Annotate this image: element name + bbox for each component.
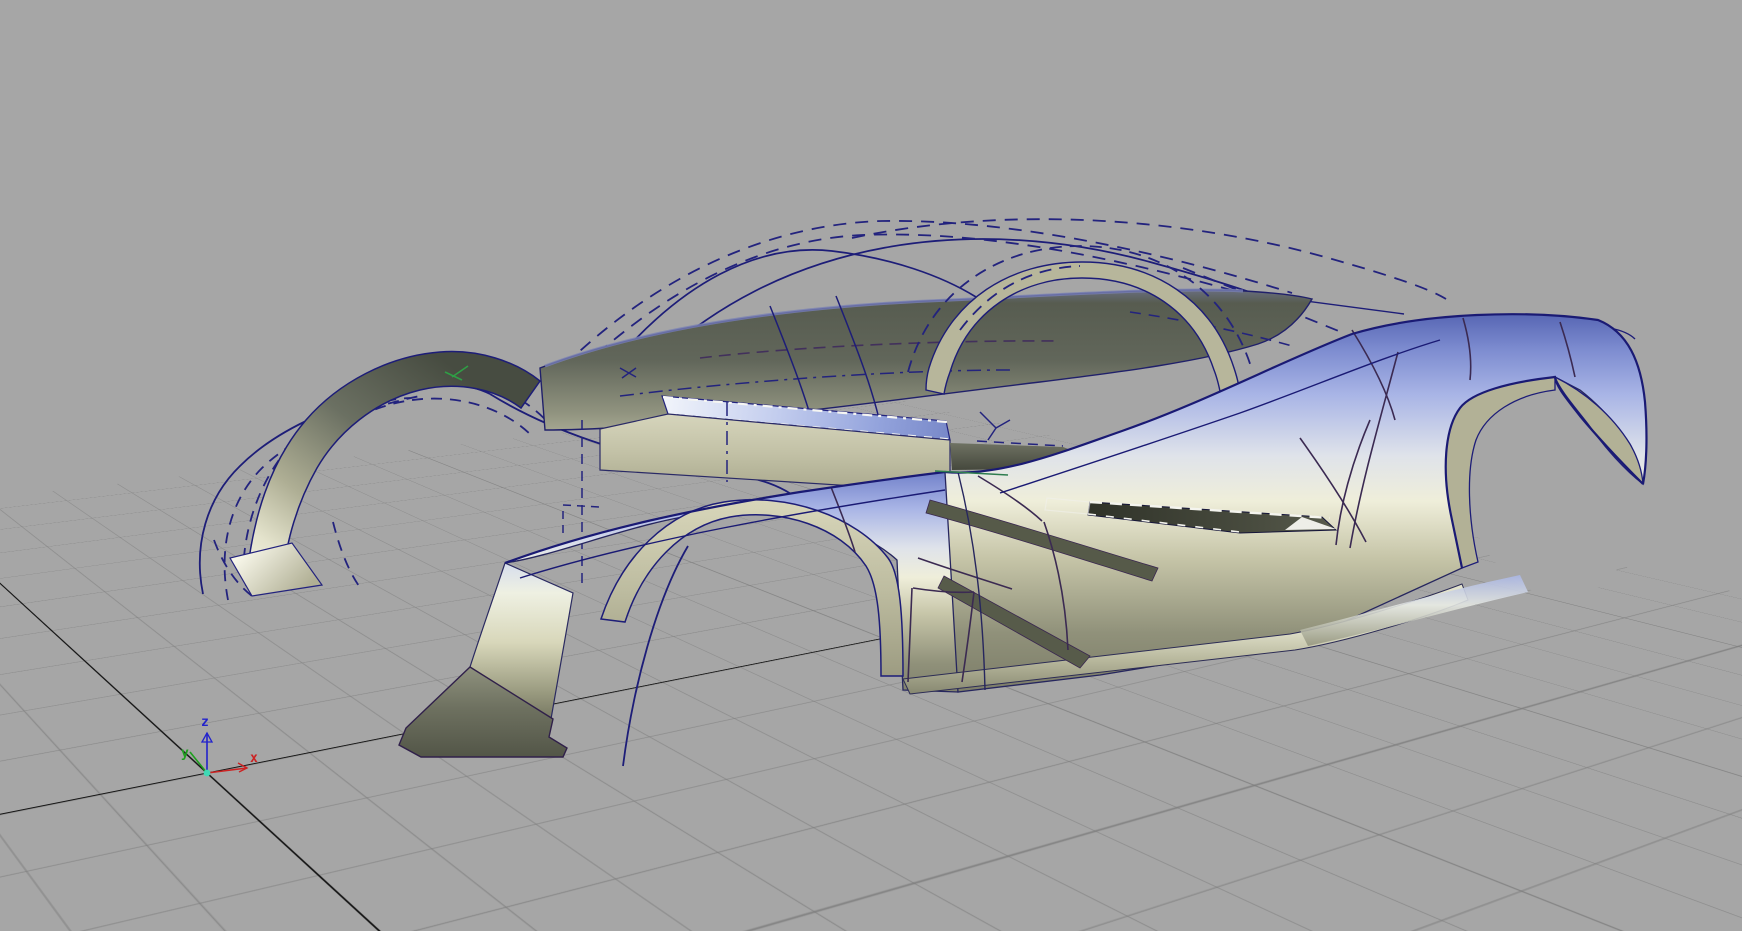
x-axis-label: x	[250, 751, 258, 766]
y-axis-label: y	[181, 746, 189, 761]
model-scene: x y z	[0, 0, 1742, 931]
cad-3d-viewport[interactable]: x y z	[0, 0, 1742, 931]
origin-point	[204, 770, 211, 777]
x-axis-arrowhead-icon	[238, 763, 247, 772]
axis-gizmo: x y z	[181, 715, 258, 776]
z-axis-label: z	[201, 715, 209, 730]
y-axis-arrow-line	[190, 752, 207, 773]
